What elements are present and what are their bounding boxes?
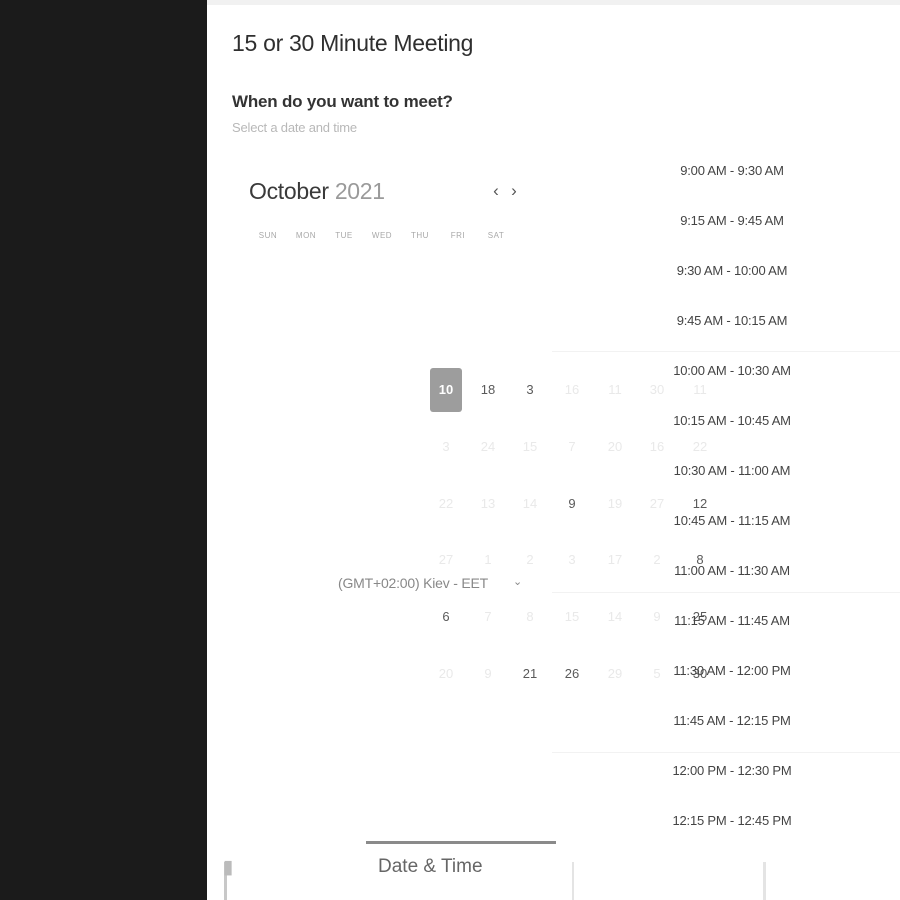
time-slot[interactable]: 10:00 AM - 10:30 AM <box>667 363 797 378</box>
calendar-day[interactable]: 15 <box>556 595 588 639</box>
tab-marker <box>763 862 766 900</box>
chevron-left-icon[interactable]: ‹ <box>488 181 504 201</box>
calendar-day[interactable]: 29 <box>599 652 631 696</box>
calendar-day[interactable]: 22 <box>430 482 462 526</box>
calendar-day-selected[interactable]: 10 <box>430 368 462 412</box>
calendar-day[interactable]: 16 <box>556 368 588 412</box>
calendar-day[interactable]: 13 <box>472 482 504 526</box>
calendar-day[interactable]: 7 <box>472 595 504 639</box>
divider <box>552 592 900 593</box>
time-slot[interactable]: 11:45 AM - 12:15 PM <box>667 713 797 728</box>
calendar-month-label: October 2021 <box>249 178 385 205</box>
time-slot[interactable]: 9:15 AM - 9:45 AM <box>667 213 797 228</box>
page-title: 15 or 30 Minute Meeting <box>232 30 474 56</box>
calendar-day[interactable]: 17 <box>599 538 631 582</box>
weekday-label: SUN <box>258 231 278 240</box>
calendar-day[interactable]: 20 <box>430 652 462 696</box>
calendar-day[interactable]: 3 <box>556 538 588 582</box>
calendar-day[interactable]: 21 <box>514 652 546 696</box>
calendar-icon[interactable]: ▮ <box>223 856 233 879</box>
weekday-label: SAT <box>487 231 505 240</box>
section-subtitle: Select a date and time <box>232 120 357 135</box>
time-slot[interactable]: 12:00 PM - 12:30 PM <box>667 763 797 778</box>
time-slot[interactable]: 11:00 AM - 11:30 AM <box>667 563 797 578</box>
time-slot[interactable]: 10:15 AM - 10:45 AM <box>667 413 797 428</box>
calendar-day[interactable]: 14 <box>599 595 631 639</box>
calendar-day[interactable]: 14 <box>514 482 546 526</box>
calendar-day[interactable]: 7 <box>556 425 588 469</box>
calendar-day[interactable]: 8 <box>514 595 546 639</box>
calendar-day[interactable]: 3 <box>430 425 462 469</box>
calendar-day[interactable]: 9 <box>472 652 504 696</box>
calendar-day[interactable]: 6 <box>430 595 462 639</box>
weekday-label: WED <box>371 231 393 240</box>
calendar-day[interactable]: 9 <box>556 482 588 526</box>
weekday-label: TUE <box>335 231 353 240</box>
divider <box>552 351 900 352</box>
weekday-label: THU <box>411 231 429 240</box>
active-tab-indicator <box>366 841 556 844</box>
calendar-year: 2021 <box>334 178 385 204</box>
top-strip <box>207 0 900 5</box>
tab-date-time[interactable]: Date & Time <box>378 856 483 878</box>
time-slot[interactable]: 9:00 AM - 9:30 AM <box>667 163 797 178</box>
section-heading: When do you want to meet? <box>232 92 453 111</box>
timezone-select[interactable]: (GMT+02:00) Kiev - EET <box>338 575 488 591</box>
calendar-day[interactable]: 15 <box>514 425 546 469</box>
tab-marker <box>572 862 574 900</box>
calendar-day[interactable]: 26 <box>556 652 588 696</box>
time-slot[interactable]: 10:30 AM - 11:00 AM <box>667 463 797 478</box>
divider <box>552 752 900 753</box>
calendar-day[interactable]: 11 <box>599 368 631 412</box>
calendar-day[interactable]: 18 <box>472 368 504 412</box>
calendar-month: October <box>249 178 329 204</box>
calendar-day[interactable]: 19 <box>599 482 631 526</box>
weekday-label: MON <box>295 231 317 240</box>
time-slot[interactable]: 11:30 AM - 12:00 PM <box>667 663 797 678</box>
time-slot[interactable]: 9:45 AM - 10:15 AM <box>667 313 797 328</box>
calendar-day[interactable]: 24 <box>472 425 504 469</box>
calendar-day[interactable]: 20 <box>599 425 631 469</box>
calendar-day[interactable]: 3 <box>514 368 546 412</box>
time-slot[interactable]: 9:30 AM - 10:00 AM <box>667 263 797 278</box>
weekday-label: FRI <box>450 231 466 240</box>
booking-panel: 15 or 30 Minute Meeting When do you want… <box>207 0 900 900</box>
time-slot[interactable]: 10:45 AM - 11:15 AM <box>667 513 797 528</box>
chevron-down-icon[interactable]: ⌄ <box>513 575 522 588</box>
time-slot[interactable]: 11:15 AM - 11:45 AM <box>667 613 797 628</box>
time-slot[interactable]: 12:15 PM - 12:45 PM <box>667 813 797 828</box>
chevron-right-icon[interactable]: › <box>506 181 522 201</box>
